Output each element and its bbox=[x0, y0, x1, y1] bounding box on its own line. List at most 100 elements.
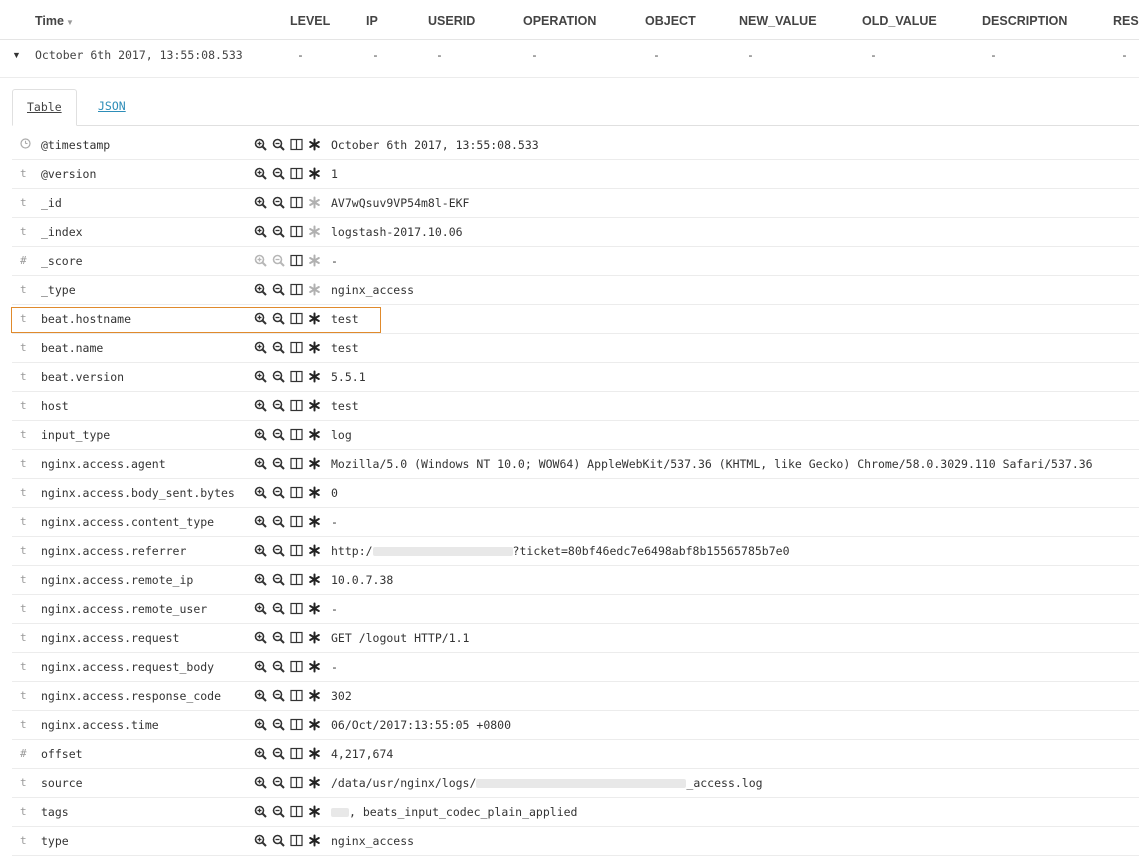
toggle-column-icon[interactable] bbox=[290, 602, 303, 615]
toggle-column-icon[interactable] bbox=[290, 747, 303, 760]
zoom-out-icon[interactable] bbox=[272, 776, 285, 789]
filter-exists-icon[interactable] bbox=[308, 573, 321, 586]
filter-exists-icon[interactable] bbox=[308, 225, 321, 238]
filter-exists-icon[interactable] bbox=[308, 138, 321, 151]
filter-exists-icon[interactable] bbox=[308, 399, 321, 412]
filter-exists-icon[interactable] bbox=[308, 341, 321, 354]
toggle-column-icon[interactable] bbox=[290, 312, 303, 325]
zoom-out-icon[interactable] bbox=[272, 341, 285, 354]
zoom-in-icon[interactable] bbox=[254, 631, 267, 644]
zoom-out-icon[interactable] bbox=[272, 486, 285, 499]
zoom-in-icon[interactable] bbox=[254, 457, 267, 470]
zoom-out-icon[interactable] bbox=[272, 834, 285, 847]
zoom-out-icon[interactable] bbox=[272, 573, 285, 586]
zoom-in-icon[interactable] bbox=[254, 776, 267, 789]
filter-exists-icon[interactable] bbox=[308, 515, 321, 528]
zoom-out-icon[interactable] bbox=[272, 805, 285, 818]
zoom-in-icon[interactable] bbox=[254, 689, 267, 702]
zoom-in-icon[interactable] bbox=[254, 834, 267, 847]
zoom-in-icon[interactable] bbox=[254, 486, 267, 499]
zoom-out-icon[interactable] bbox=[272, 747, 285, 760]
toggle-column-icon[interactable] bbox=[290, 486, 303, 499]
zoom-in-icon[interactable] bbox=[254, 283, 267, 296]
toggle-column-icon[interactable] bbox=[290, 573, 303, 586]
filter-exists-icon[interactable] bbox=[308, 544, 321, 557]
zoom-in-icon[interactable] bbox=[254, 167, 267, 180]
zoom-out-icon[interactable] bbox=[272, 138, 285, 151]
filter-exists-icon[interactable] bbox=[308, 660, 321, 673]
zoom-out-icon[interactable] bbox=[272, 167, 285, 180]
filter-exists-icon[interactable] bbox=[308, 631, 321, 644]
zoom-in-icon[interactable] bbox=[254, 660, 267, 673]
document-summary-row[interactable]: ▼ October 6th 2017, 13:55:08.533 - - - -… bbox=[0, 40, 1139, 78]
toggle-column-icon[interactable] bbox=[290, 805, 303, 818]
toggle-column-icon[interactable] bbox=[290, 254, 303, 267]
column-header-new-value[interactable]: NEW_VALUE bbox=[739, 14, 817, 28]
zoom-in-icon[interactable] bbox=[254, 312, 267, 325]
zoom-out-icon[interactable] bbox=[272, 660, 285, 673]
zoom-in-icon[interactable] bbox=[254, 341, 267, 354]
zoom-in-icon[interactable] bbox=[254, 805, 267, 818]
zoom-in-icon[interactable] bbox=[254, 370, 267, 383]
zoom-out-icon[interactable] bbox=[272, 312, 285, 325]
filter-exists-icon[interactable] bbox=[308, 602, 321, 615]
toggle-column-icon[interactable] bbox=[290, 341, 303, 354]
zoom-in-icon[interactable] bbox=[254, 138, 267, 151]
tab-json[interactable]: JSON bbox=[84, 89, 140, 126]
toggle-column-icon[interactable] bbox=[290, 776, 303, 789]
filter-exists-icon[interactable] bbox=[308, 457, 321, 470]
toggle-column-icon[interactable] bbox=[290, 399, 303, 412]
zoom-in-icon[interactable] bbox=[254, 718, 267, 731]
toggle-column-icon[interactable] bbox=[290, 718, 303, 731]
zoom-out-icon[interactable] bbox=[272, 602, 285, 615]
zoom-out-icon[interactable] bbox=[272, 631, 285, 644]
toggle-column-icon[interactable] bbox=[290, 283, 303, 296]
column-header-ip[interactable]: IP bbox=[366, 14, 378, 28]
collapse-caret-icon[interactable]: ▼ bbox=[12, 50, 21, 60]
column-header-level[interactable]: LEVEL bbox=[290, 14, 330, 28]
filter-exists-icon[interactable] bbox=[308, 370, 321, 383]
zoom-out-icon[interactable] bbox=[272, 225, 285, 238]
toggle-column-icon[interactable] bbox=[290, 660, 303, 673]
filter-exists-icon[interactable] bbox=[308, 805, 321, 818]
toggle-column-icon[interactable] bbox=[290, 138, 303, 151]
zoom-in-icon[interactable] bbox=[254, 254, 267, 267]
column-header-userid[interactable]: USERID bbox=[428, 14, 475, 28]
toggle-column-icon[interactable] bbox=[290, 457, 303, 470]
filter-exists-icon[interactable] bbox=[308, 718, 321, 731]
zoom-in-icon[interactable] bbox=[254, 399, 267, 412]
filter-exists-icon[interactable] bbox=[308, 167, 321, 180]
toggle-column-icon[interactable] bbox=[290, 196, 303, 209]
toggle-column-icon[interactable] bbox=[290, 167, 303, 180]
zoom-out-icon[interactable] bbox=[272, 399, 285, 412]
toggle-column-icon[interactable] bbox=[290, 225, 303, 238]
zoom-out-icon[interactable] bbox=[272, 544, 285, 557]
column-header-time[interactable]: Time ▼ bbox=[35, 14, 74, 28]
toggle-column-icon[interactable] bbox=[290, 544, 303, 557]
toggle-column-icon[interactable] bbox=[290, 631, 303, 644]
zoom-out-icon[interactable] bbox=[272, 457, 285, 470]
zoom-out-icon[interactable] bbox=[272, 254, 285, 267]
zoom-out-icon[interactable] bbox=[272, 196, 285, 209]
filter-exists-icon[interactable] bbox=[308, 254, 321, 267]
zoom-in-icon[interactable] bbox=[254, 747, 267, 760]
toggle-column-icon[interactable] bbox=[290, 515, 303, 528]
column-header-old-value[interactable]: OLD_VALUE bbox=[862, 14, 937, 28]
zoom-in-icon[interactable] bbox=[254, 573, 267, 586]
zoom-in-icon[interactable] bbox=[254, 515, 267, 528]
toggle-column-icon[interactable] bbox=[290, 689, 303, 702]
column-header-object[interactable]: OBJECT bbox=[645, 14, 696, 28]
zoom-out-icon[interactable] bbox=[272, 718, 285, 731]
zoom-out-icon[interactable] bbox=[272, 283, 285, 296]
tab-table[interactable]: Table bbox=[12, 89, 77, 126]
zoom-in-icon[interactable] bbox=[254, 225, 267, 238]
zoom-in-icon[interactable] bbox=[254, 602, 267, 615]
filter-exists-icon[interactable] bbox=[308, 283, 321, 296]
toggle-column-icon[interactable] bbox=[290, 834, 303, 847]
zoom-in-icon[interactable] bbox=[254, 544, 267, 557]
filter-exists-icon[interactable] bbox=[308, 834, 321, 847]
toggle-column-icon[interactable] bbox=[290, 370, 303, 383]
toggle-column-icon[interactable] bbox=[290, 428, 303, 441]
zoom-out-icon[interactable] bbox=[272, 515, 285, 528]
zoom-out-icon[interactable] bbox=[272, 370, 285, 383]
